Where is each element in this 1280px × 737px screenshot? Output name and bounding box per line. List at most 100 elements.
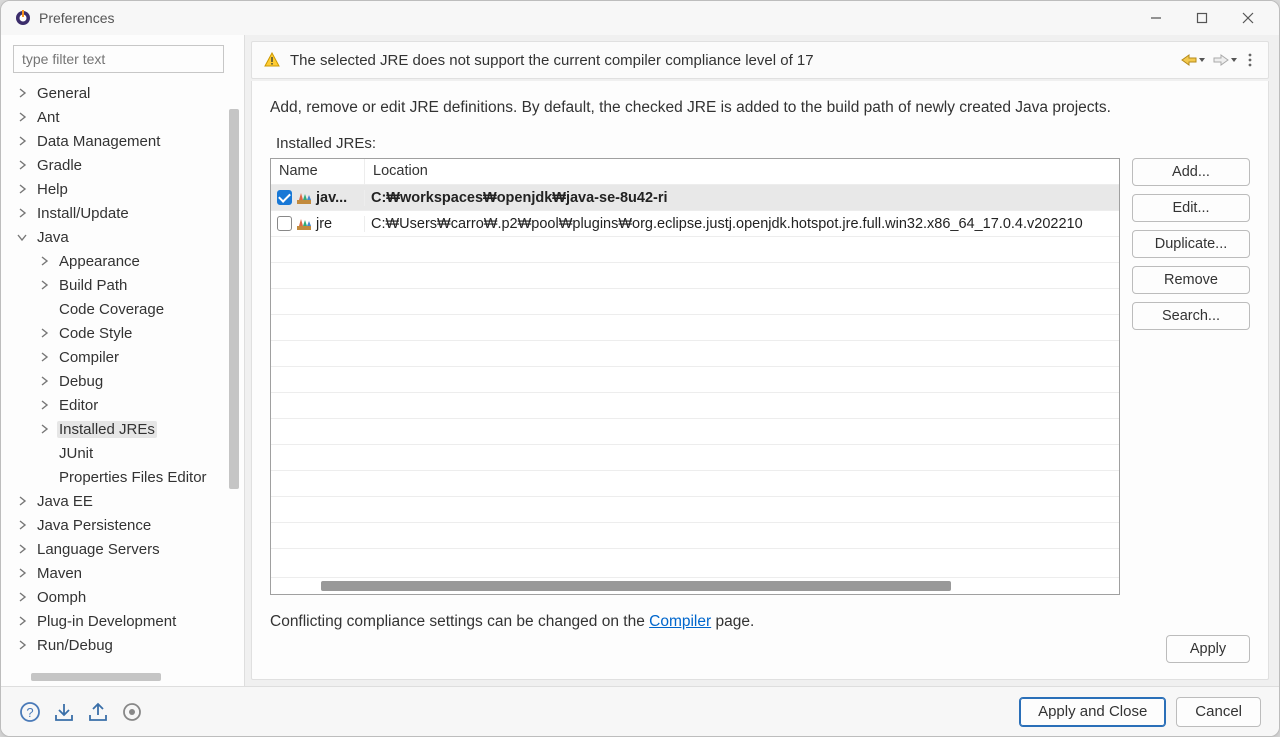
tree-item-label: Java Persistence [35, 517, 153, 534]
minimize-button[interactable] [1133, 4, 1179, 32]
import-icon[interactable] [53, 701, 75, 723]
table-row [271, 419, 1119, 445]
table-row [271, 393, 1119, 419]
close-button[interactable] [1225, 4, 1271, 32]
column-name[interactable]: Name [271, 159, 365, 184]
column-location[interactable]: Location [365, 159, 1119, 184]
tree-item[interactable]: JUnit [9, 441, 240, 465]
chevron-right-icon [15, 158, 29, 172]
table-row[interactable]: jre C:₩Users₩carro₩.p2₩pool₩plugins₩org.e… [271, 211, 1119, 237]
nav-forward-button[interactable] [1212, 53, 1238, 67]
edit-button[interactable]: Edit... [1132, 194, 1250, 222]
tree-item[interactable]: General [9, 81, 240, 105]
table-row[interactable]: jav... C:₩workspaces₩openjdk₩java-se-8u42… [271, 185, 1119, 211]
tree-item[interactable]: Run/Debug [9, 633, 240, 657]
compiler-link[interactable]: Compiler [649, 613, 711, 630]
table-row [271, 315, 1119, 341]
banner-message: The selected JRE does not support the cu… [290, 52, 814, 69]
chevron-right-icon [37, 446, 51, 460]
tree-item[interactable]: Code Coverage [9, 297, 240, 321]
duplicate-button[interactable]: Duplicate... [1132, 230, 1250, 258]
tree-item-label: Code Style [57, 325, 134, 342]
tree-item[interactable]: Maven [9, 561, 240, 585]
jre-checkbox[interactable] [277, 216, 292, 231]
chevron-right-icon [37, 302, 51, 316]
sidebar: General AntData Management Gradle Help Insta… [1, 35, 245, 686]
tree-item[interactable]: Installed JREs [9, 417, 240, 441]
jre-name: jre [316, 216, 332, 232]
app-icon [15, 10, 31, 26]
tree-item[interactable]: Editor [9, 393, 240, 417]
tree-item[interactable]: Gradle [9, 153, 240, 177]
chevron-right-icon [15, 110, 29, 124]
chevron-right-icon [15, 566, 29, 580]
apply-and-close-button[interactable]: Apply and Close [1019, 697, 1166, 727]
table-row [271, 341, 1119, 367]
tree-item[interactable]: Appearance [9, 249, 240, 273]
tree-item-label: General [35, 85, 92, 102]
maximize-button[interactable] [1179, 4, 1225, 32]
svg-text:?: ? [26, 705, 33, 720]
table-header: Name Location [271, 159, 1119, 185]
remove-button[interactable]: Remove [1132, 266, 1250, 294]
tree-item[interactable]: Properties Files Editor [9, 465, 240, 489]
tree-item[interactable]: Data Management [9, 129, 240, 153]
tree-item[interactable]: Language Servers [9, 537, 240, 561]
jre-location: C:₩workspaces₩openjdk₩java-se-8u42-ri [371, 190, 668, 206]
sidebar-vertical-scrollbar[interactable] [226, 75, 242, 664]
tree-item-label: Installed JREs [57, 421, 157, 438]
export-icon[interactable] [87, 701, 109, 723]
tree-item[interactable]: Oomph [9, 585, 240, 609]
preferences-tree[interactable]: General AntData Management Gradle Help Insta… [9, 81, 240, 686]
tree-item-label: Oomph [35, 589, 88, 606]
jre-location: C:₩Users₩carro₩.p2₩pool₩plugins₩org.ecli… [371, 216, 1083, 232]
tree-item-label: Java [35, 229, 71, 246]
table-row [271, 471, 1119, 497]
nav-back-button[interactable] [1180, 53, 1206, 67]
content-area: Add, remove or edit JRE definitions. By … [251, 81, 1269, 680]
cancel-button[interactable]: Cancel [1176, 697, 1261, 727]
main-panel: The selected JRE does not support the cu… [245, 35, 1279, 686]
oomph-icon[interactable] [121, 701, 143, 723]
tree-item[interactable]: Java [9, 225, 240, 249]
window-title: Preferences [39, 10, 114, 26]
tree-item-label: Plug-in Development [35, 613, 178, 630]
warning-banner: The selected JRE does not support the cu… [251, 41, 1269, 79]
page-description: Add, remove or edit JRE definitions. By … [270, 99, 1250, 117]
tree-item-label: Gradle [35, 157, 84, 174]
jre-checkbox[interactable] [277, 190, 292, 205]
chevron-right-icon [15, 542, 29, 556]
tree-item-label: Debug [57, 373, 105, 390]
chevron-right-icon [37, 422, 51, 436]
tree-item[interactable]: Java EE [9, 489, 240, 513]
tree-item-label: Properties Files Editor [57, 469, 209, 486]
titlebar: Preferences [1, 1, 1279, 35]
jre-name: jav... [316, 190, 347, 206]
add-button[interactable]: Add... [1132, 158, 1250, 186]
tree-item[interactable]: Plug-in Development [9, 609, 240, 633]
chevron-right-icon [37, 278, 51, 292]
tree-item[interactable]: Compiler [9, 345, 240, 369]
jre-icon [296, 191, 312, 205]
tree-item[interactable]: Help [9, 177, 240, 201]
tree-item[interactable]: Install/Update [9, 201, 240, 225]
search-button[interactable]: Search... [1132, 302, 1250, 330]
chevron-right-icon [15, 638, 29, 652]
tree-item[interactable]: Build Path [9, 273, 240, 297]
jre-icon [296, 217, 312, 231]
tree-item[interactable]: Java Persistence [9, 513, 240, 537]
table-horizontal-scrollbar[interactable] [271, 577, 1119, 594]
tree-item-label: Code Coverage [57, 301, 166, 318]
apply-button[interactable]: Apply [1166, 635, 1250, 663]
tree-item[interactable]: Code Style [9, 321, 240, 345]
help-icon[interactable]: ? [19, 701, 41, 723]
tree-item-label: Help [35, 181, 70, 198]
filter-input[interactable] [13, 45, 224, 73]
chevron-right-icon [15, 614, 29, 628]
jre-table[interactable]: Name Location jav... C:₩workspaces₩openjd… [270, 158, 1120, 595]
kebab-menu-icon[interactable] [1244, 52, 1256, 68]
tree-item[interactable]: Debug [9, 369, 240, 393]
sidebar-horizontal-scrollbar[interactable] [31, 670, 181, 684]
table-row [271, 367, 1119, 393]
tree-item[interactable]: Ant [9, 105, 240, 129]
